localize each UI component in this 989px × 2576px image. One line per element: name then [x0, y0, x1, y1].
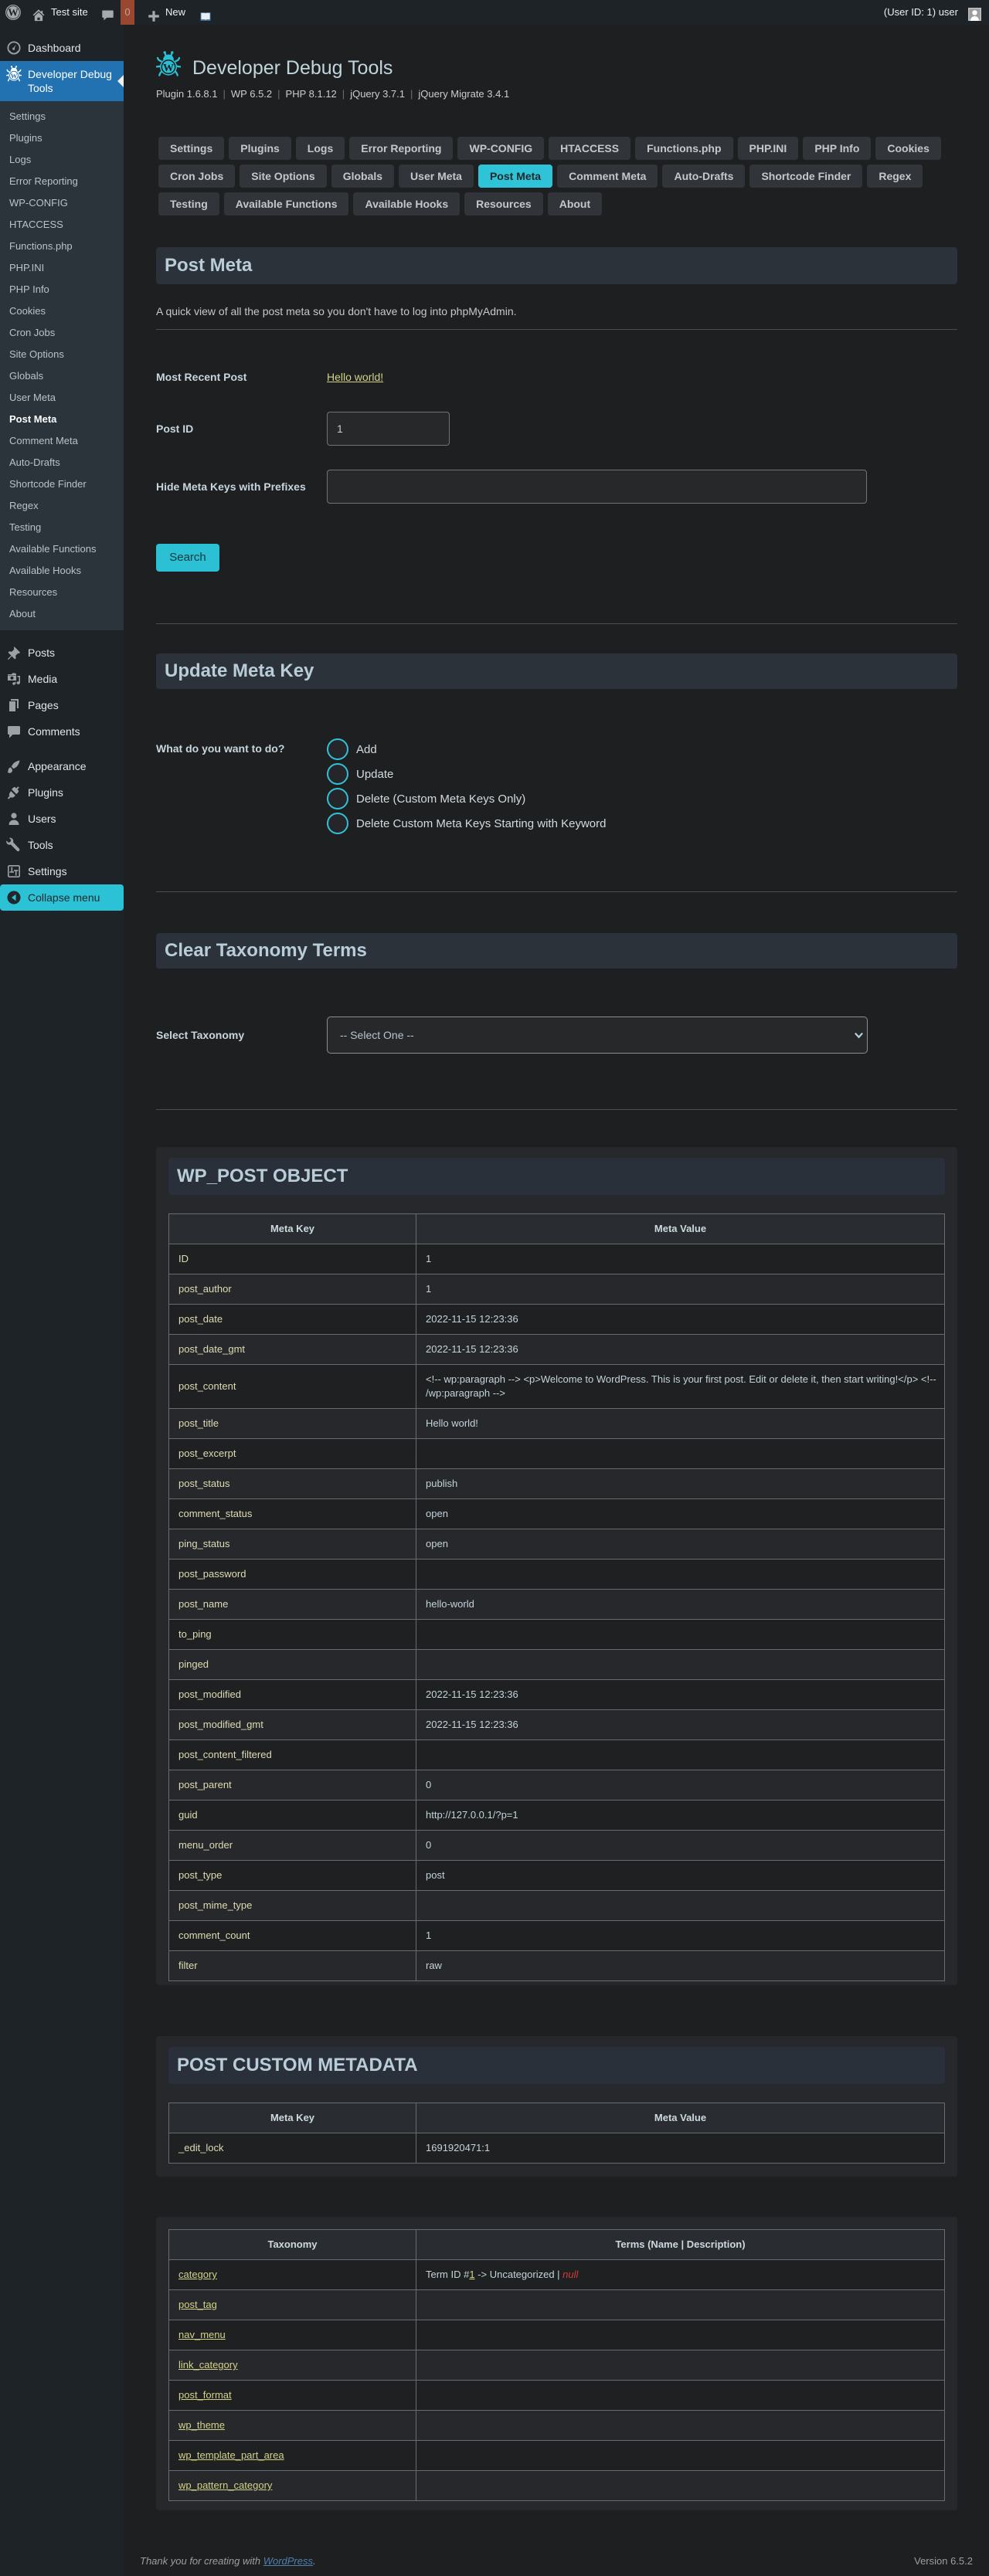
svg-text:W: W: [11, 72, 18, 80]
svg-text:W: W: [163, 63, 174, 74]
svg-text:W: W: [8, 7, 19, 19]
